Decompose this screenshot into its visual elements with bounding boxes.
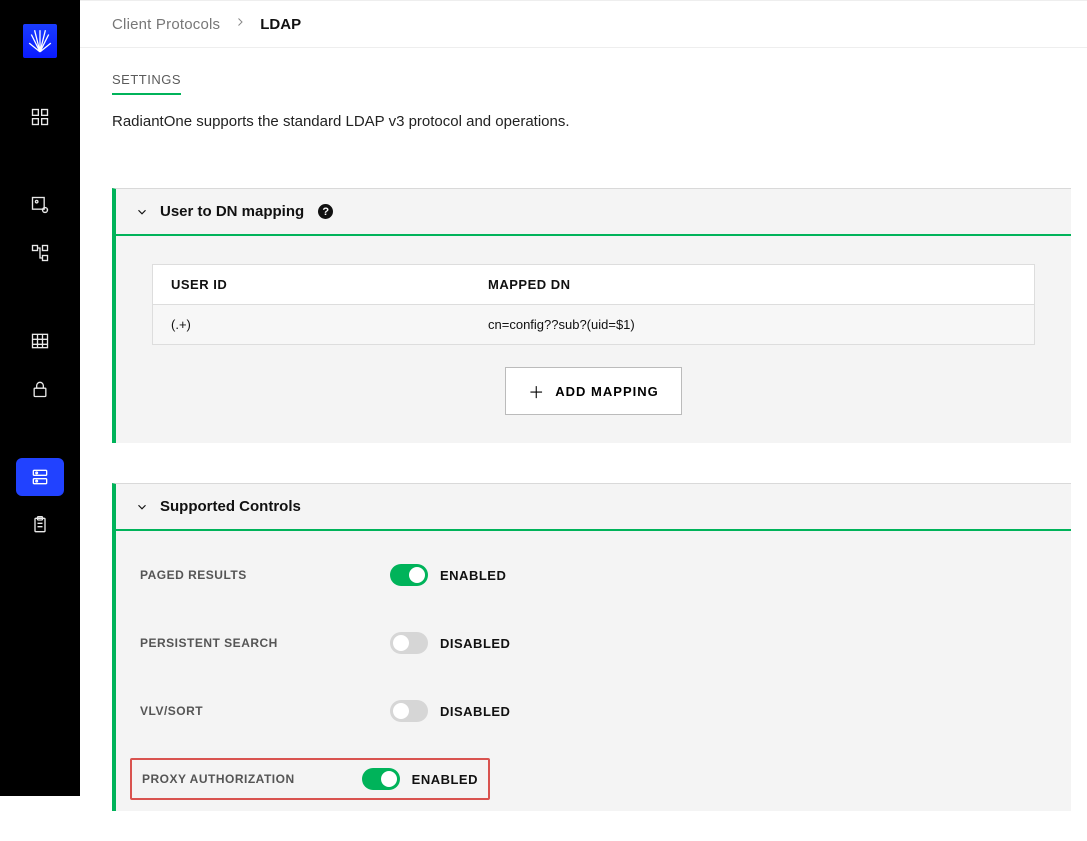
image-settings-icon[interactable] xyxy=(16,186,64,224)
col-user-id: USER ID xyxy=(153,265,471,305)
panel-title: Supported Controls xyxy=(160,498,301,515)
add-mapping-label: ADD MAPPING xyxy=(555,384,658,399)
control-row-proxy: PROXY AUTHORIZATION ENABLED xyxy=(140,759,1047,799)
panel-supported-controls: Supported Controls PAGED RESULTSENABLEDP… xyxy=(112,483,1071,811)
tree-icon[interactable] xyxy=(16,234,64,272)
col-mapped-dn: MAPPED DN xyxy=(470,265,1034,305)
chevron-right-icon xyxy=(234,15,246,33)
control-row-vlv: VLV/SORT DISABLED xyxy=(140,691,1047,731)
toggle-paged[interactable] xyxy=(390,564,428,586)
clipboard-icon[interactable] xyxy=(16,506,64,544)
toggle-state: DISABLED xyxy=(440,704,510,719)
toggle-persistent[interactable] xyxy=(390,632,428,654)
add-mapping-button[interactable]: ＋ ADD MAPPING xyxy=(505,367,681,415)
sidebar xyxy=(0,0,80,796)
control-label: VLV/SORT xyxy=(140,704,390,718)
toggle-vlv[interactable] xyxy=(390,700,428,722)
chevron-down-icon xyxy=(134,204,150,220)
server-icon[interactable] xyxy=(16,458,64,496)
panel-title: User to DN mapping xyxy=(160,203,304,220)
table-icon[interactable] xyxy=(16,322,64,360)
toggle-state: ENABLED xyxy=(440,568,506,583)
control-label: PERSISTENT SEARCH xyxy=(140,636,390,650)
breadcrumb: Client Protocols LDAP xyxy=(80,0,1087,48)
control-row-paged: PAGED RESULTS ENABLED xyxy=(140,555,1047,595)
page-description: RadiantOne supports the standard LDAP v3… xyxy=(112,113,1055,130)
mapping-table: USER ID MAPPED DN (.+) cn=config??sub?(u… xyxy=(152,264,1035,345)
table-row[interactable]: (.+) cn=config??sub?(uid=$1) xyxy=(153,305,1035,345)
panel-header[interactable]: Supported Controls xyxy=(116,484,1071,531)
control-label: PAGED RESULTS xyxy=(140,568,390,582)
help-icon[interactable]: ? xyxy=(318,204,333,219)
chevron-down-icon xyxy=(134,499,150,515)
toggle-state: ENABLED xyxy=(412,772,478,787)
plus-icon: ＋ xyxy=(528,379,545,403)
toggle-state: DISABLED xyxy=(440,636,510,651)
cell-user-id: (.+) xyxy=(153,305,471,345)
control-label: PROXY AUTHORIZATION xyxy=(142,772,362,786)
breadcrumb-root[interactable]: Client Protocols xyxy=(112,16,220,33)
highlight-box: PROXY AUTHORIZATION ENABLED xyxy=(130,758,490,800)
cell-mapped-dn: cn=config??sub?(uid=$1) xyxy=(470,305,1034,345)
toggle-proxy[interactable] xyxy=(362,768,400,790)
tab-strip: SETTINGS xyxy=(112,72,1055,95)
app-logo-icon xyxy=(23,24,57,58)
breadcrumb-current: LDAP xyxy=(260,16,301,33)
lock-icon[interactable] xyxy=(16,370,64,408)
panel-user-dn-mapping: User to DN mapping ? USER ID MAPPED DN xyxy=(112,188,1071,443)
control-row-persistent: PERSISTENT SEARCH DISABLED xyxy=(140,623,1047,663)
dashboard-icon[interactable] xyxy=(16,98,64,136)
tab-settings[interactable]: SETTINGS xyxy=(112,72,181,95)
panel-header[interactable]: User to DN mapping ? xyxy=(116,189,1071,236)
